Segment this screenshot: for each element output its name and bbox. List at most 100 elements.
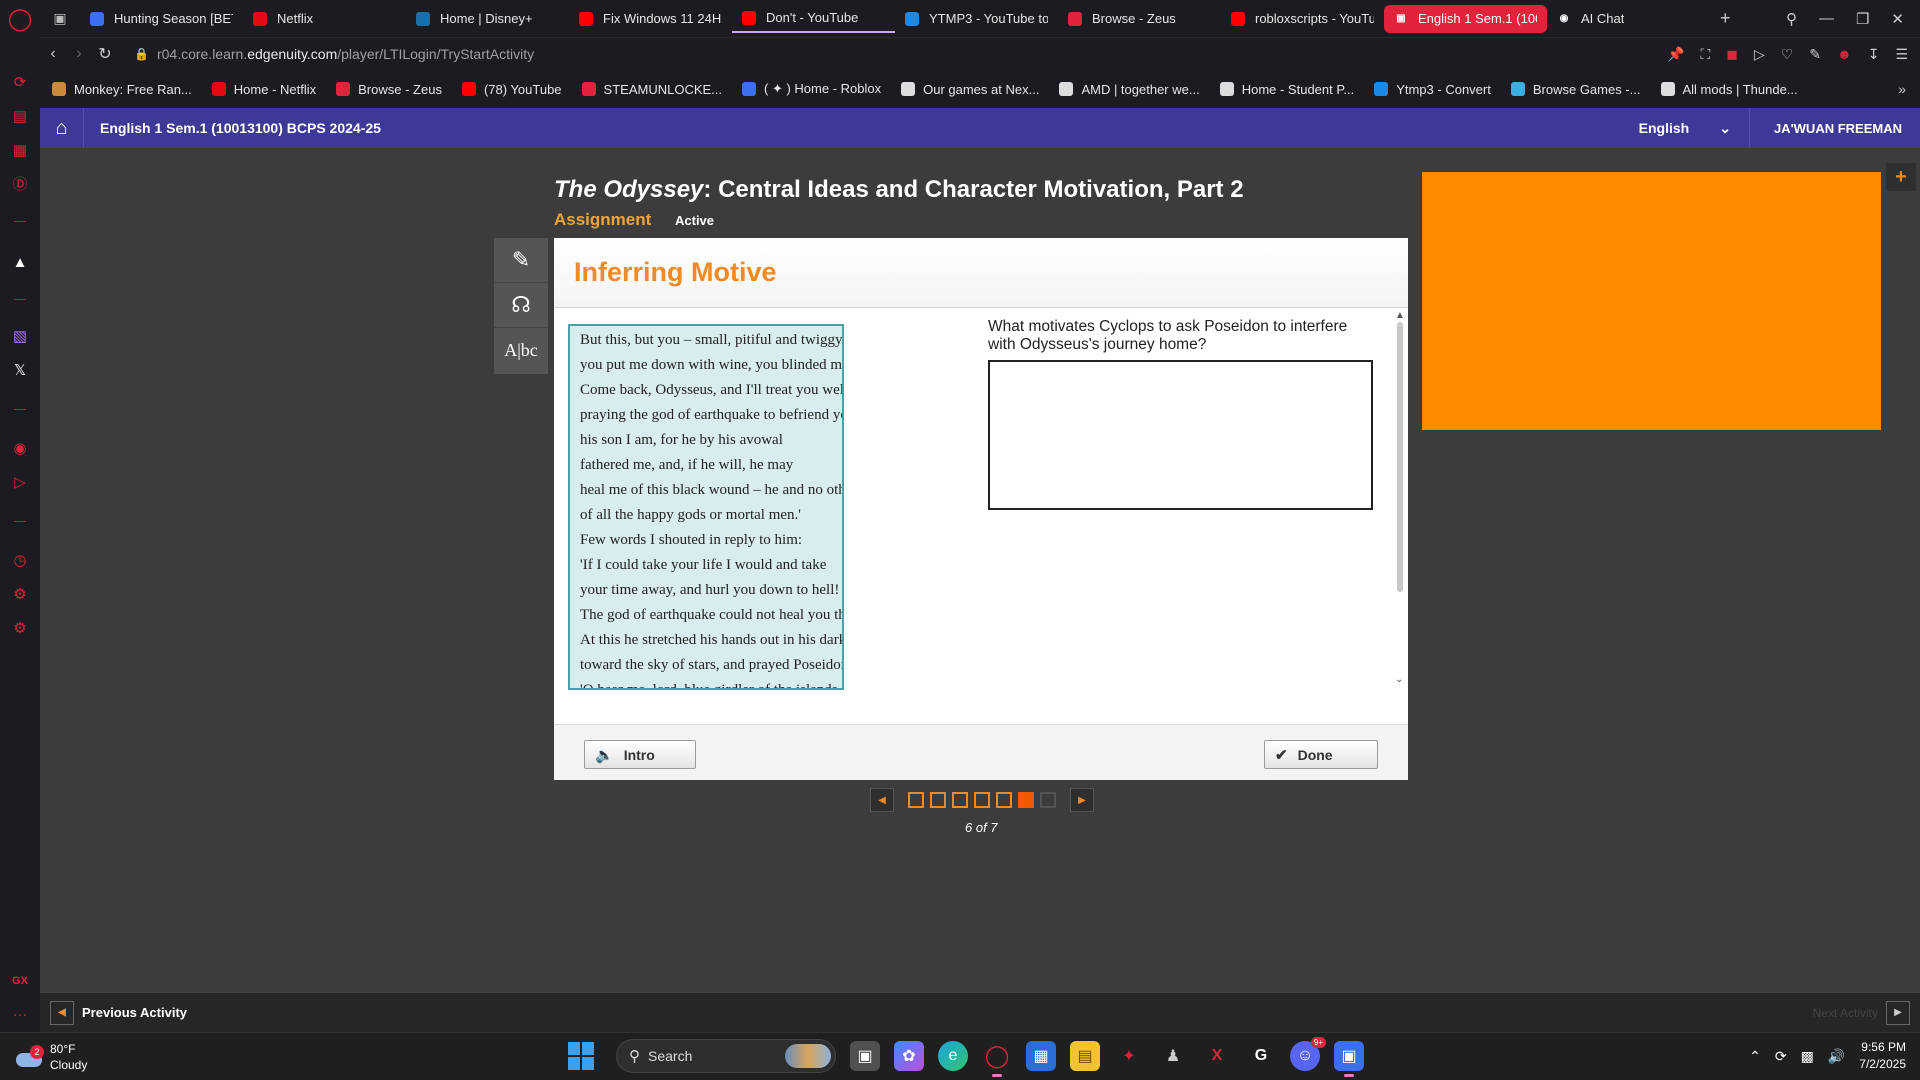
bookmark-item[interactable]: AMD | together we... [1059,82,1200,97]
next-page-arrow-icon[interactable]: ▶ [1070,788,1094,812]
browser-tab[interactable]: Don't - YouTube [732,5,895,33]
flow-icon[interactable]: ▷ [1754,46,1765,63]
bookmark-item[interactable]: Ytmp3 - Convert [1374,82,1491,97]
back-icon[interactable]: ‹ [40,45,66,63]
chevron-up-icon[interactable]: ⌃ [1749,1048,1761,1065]
language-select[interactable]: English ⌄ [1639,108,1750,148]
browser-tab[interactable]: ◉ AI Chat [1547,5,1710,33]
search-tabs-icon[interactable]: ⚲ [1786,10,1797,28]
sync-icon[interactable]: ⟳ [1775,1048,1787,1065]
bookmark-item[interactable]: ( ✦ ) Home - Roblox [742,81,881,97]
reload-icon[interactable]: ↻ [92,44,118,64]
browser-tab[interactable]: Fix Windows 11 24H2 [569,5,732,33]
page-square[interactable] [952,792,968,808]
workspaces-icon[interactable]: ▣ [40,0,80,37]
page-square[interactable] [996,792,1012,808]
roblox-taskbar-icon[interactable]: ▣ [1334,1041,1364,1077]
volume-icon[interactable]: 🔊 [1828,1048,1845,1065]
browser-tab[interactable]: YTMP3 - YouTube to [895,5,1058,33]
bookmark-item[interactable]: Home - Student P... [1219,82,1354,97]
browser-tab[interactable]: Netflix [243,5,406,33]
url-field[interactable]: r04.core.learn.edgenuity.com/player/LTIL… [157,46,534,62]
dictionary-icon[interactable]: A|bc [494,328,548,373]
scroll-thumb[interactable] [1397,322,1403,592]
game-app-icon[interactable]: ✦ [1114,1041,1144,1071]
extensions-icon[interactable]: ✎ [1809,46,1821,63]
page-square[interactable] [974,792,990,808]
player-icon[interactable]: ◉ [10,439,30,459]
browser-tab[interactable]: Home | Disney+ [406,5,569,33]
mail-icon[interactable]: Ⓓ [10,175,30,195]
task-view-icon[interactable]: ▣ [850,1041,880,1071]
home-icon[interactable]: ⌂ [40,108,84,148]
restore-icon[interactable]: ❐ [1856,10,1869,28]
crypto-wallet-icon[interactable]: ▦ [10,141,30,161]
bookmark-item[interactable]: All mods | Thunde... [1660,82,1798,97]
opera-logo-icon[interactable]: ◯ [0,0,40,37]
page-square[interactable] [930,792,946,808]
store-icon[interactable]: ▦ [1026,1041,1056,1071]
lock-icon[interactable]: 🔒 [134,47,149,61]
bookmark-item[interactable]: Browse - Zeus [336,82,442,97]
edge-icon[interactable]: e [938,1041,968,1071]
bookmark-item[interactable]: Our games at Nex... [901,82,1039,97]
windows-start-icon[interactable] [568,1042,596,1070]
headphones-icon[interactable]: ☊ [494,283,548,328]
clock[interactable]: 9:56 PM 7/2/2025 [1859,1039,1906,1073]
bookmark-item[interactable]: STEAMUNLOCKE... [581,82,722,97]
browser-tab[interactable]: Hunting Season [BET [80,5,243,33]
taskbar-search[interactable]: ⚲ Search [616,1039,836,1073]
bookmark-item[interactable]: (78) YouTube [461,82,562,97]
answer-textarea[interactable] [988,360,1373,510]
next-activity-button[interactable]: Next Activity ▶ [1813,1000,1910,1025]
content-scrollbar[interactable]: ▲ ⌄ [1395,310,1405,690]
page-square[interactable] [1040,792,1056,808]
discord-icon[interactable]: ☺ 9+ [1290,1037,1326,1071]
twitch-icon[interactable]: ▧ [10,327,30,347]
pin-icon[interactable]: 📌 [1667,46,1684,63]
history-icon[interactable]: ◷ [10,551,30,571]
page-square[interactable] [908,792,924,808]
page-square[interactable] [1018,792,1034,808]
g-app-icon[interactable]: G [1246,1041,1276,1071]
vpn-shield-icon[interactable]: ◼ [1726,46,1738,63]
download-icon[interactable]: ↧ [1868,46,1880,63]
expand-plus-icon[interactable]: + [1886,163,1916,191]
bookmarks-overflow-icon[interactable]: » [1898,81,1906,97]
heart-icon[interactable]: ♡ [1781,46,1794,63]
browser-tab[interactable]: Browse - Zeus [1058,5,1221,33]
user-name[interactable]: JA'WUAN FREEMAN [1750,121,1920,136]
scroll-up-icon[interactable]: ▲ [1395,310,1405,321]
pencil-icon[interactable]: ✎ [494,238,548,283]
file-explorer-icon[interactable]: ▤ [1070,1041,1100,1071]
prev-page-arrow-icon[interactable]: ◀ [870,788,894,812]
bookmark-item[interactable]: Home - Netflix [211,82,316,97]
copilot-icon[interactable]: ✿ [894,1041,924,1071]
scroll-down-icon[interactable]: ⌄ [1395,674,1403,685]
opera-gx-taskbar-icon[interactable]: ◯ [982,1041,1012,1077]
x-app-icon[interactable]: X [1202,1041,1232,1071]
weather-widget[interactable]: 2 80°F Cloudy [16,1041,87,1073]
browser-tab[interactable]: robloxscripts - YouTu [1221,5,1384,33]
forward-icon[interactable]: › [66,45,92,63]
intro-button[interactable]: 🔈 Intro [584,740,696,769]
aria-icon[interactable]: ⟳ [10,73,30,93]
snapshot-icon[interactable]: ⛶ [1700,46,1710,63]
bookmark-item[interactable]: Monkey: Free Ran... [52,82,192,97]
minimize-icon[interactable]: — [1819,10,1834,27]
more-icon[interactable]: ··· [10,1005,30,1025]
new-tab-icon[interactable]: + [1720,8,1731,29]
messenger-icon[interactable]: ▲ [10,253,30,273]
done-button[interactable]: ✔ Done [1264,740,1378,769]
gx-icon[interactable]: GX [10,971,30,991]
settings-icon[interactable]: ⚙ [10,619,30,639]
easy-setup-icon[interactable]: ☰ [1895,46,1908,63]
network-icon[interactable]: ▩ [1801,1048,1814,1065]
bookmark-item[interactable]: Browse Games -... [1510,82,1641,97]
x-twitter-icon[interactable]: 𝕏 [10,361,30,381]
profile-icon[interactable]: ☻ [1837,46,1852,63]
extensions-sidebar-icon[interactable]: ⚙ [10,585,30,605]
passage-panel[interactable]: But this, but you – small, pitiful and t… [568,324,844,690]
previous-activity-button[interactable]: ◀ Previous Activity [50,1000,187,1025]
flow-sidebar-icon[interactable]: ▷ [10,473,30,493]
